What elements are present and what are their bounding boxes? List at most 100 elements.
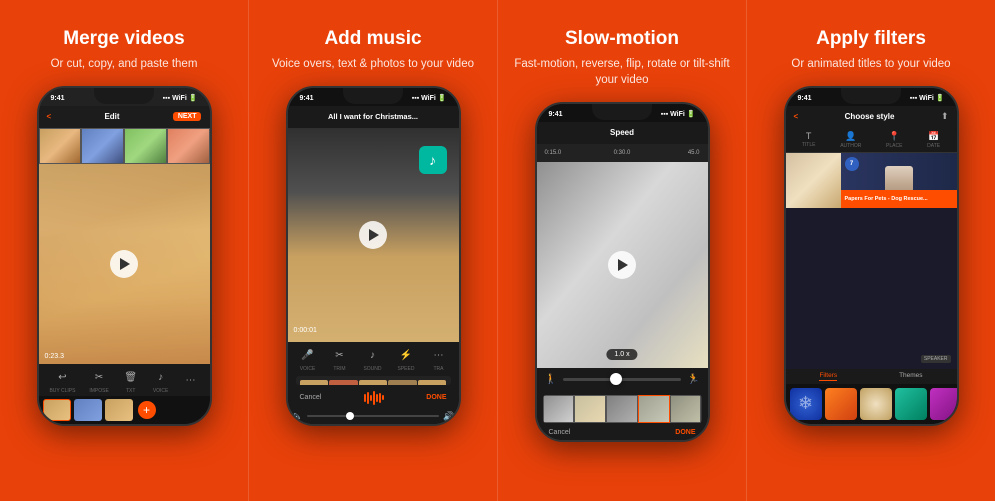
tool-more[interactable]: ⋯: [182, 373, 198, 391]
status-icons: ▪▪▪ WiFi 🔋: [163, 94, 198, 102]
video-preview-slow: 1.0 x: [537, 162, 708, 368]
strip-frame-1[interactable]: [543, 395, 575, 423]
bottom-toolbar-slow: 🚶 🏃 Cancel DONE: [537, 368, 708, 440]
strip-frame-3[interactable]: [606, 395, 638, 423]
tab-author[interactable]: 👤 AUTHOR: [840, 131, 861, 149]
bottom-strip: +: [39, 396, 210, 424]
panel-merge-subtitle: Or cut, copy, and paste them: [51, 56, 198, 72]
timeline-thumb-2[interactable]: [81, 128, 124, 164]
play-button[interactable]: [110, 250, 138, 278]
audio-segment-4: [388, 380, 417, 385]
volume-down-icon: 🔈: [292, 411, 303, 422]
tab-place[interactable]: 📍 PLACE: [886, 131, 902, 149]
filter-thumb-1[interactable]: [790, 388, 822, 420]
speed-indicator: 1.0 x: [606, 349, 637, 360]
play-button-2[interactable]: [359, 221, 387, 249]
status-icons-4: ▪▪▪ WiFi 🔋: [910, 94, 945, 102]
slider-thumb: [610, 373, 622, 385]
phone-slowmotion: 9:41 ▪▪▪ WiFi 🔋 Speed 0:15.0 0:30.0 45.0…: [535, 102, 710, 442]
filter-thumb-4[interactable]: [895, 388, 927, 420]
panel-music-title: Add music: [324, 28, 421, 51]
strip-frame-2[interactable]: [574, 395, 606, 423]
tool-cut[interactable]: ✂ IMPOSE: [89, 370, 108, 394]
tool-undo[interactable]: ↩ BUY CLIPS: [49, 370, 75, 394]
panel-merge: Merge videos Or cut, copy, and paste the…: [0, 0, 248, 501]
timeline-thumb-1[interactable]: [39, 128, 82, 164]
done-label[interactable]: DONE: [426, 394, 446, 401]
timeline-thumb-4[interactable]: [167, 128, 210, 164]
tab-title[interactable]: T TITLE: [802, 131, 816, 149]
tool-sound[interactable]: ♪ SOUND: [363, 348, 381, 372]
status-icons-3: ▪▪▪ WiFi 🔋: [661, 110, 696, 118]
audio-timeline-bar: [296, 380, 451, 385]
voice-icon: ♪: [153, 370, 169, 386]
phone-merge: 9:41 ▪▪▪ WiFi 🔋 < Edit NEXT: [37, 86, 212, 426]
share-icon[interactable]: ⬆: [941, 111, 949, 122]
strip-frame-5[interactable]: [670, 395, 702, 423]
phone-notch-4: [841, 88, 901, 104]
cut-icon: ✂: [91, 370, 107, 386]
play-button-3[interactable]: [608, 251, 636, 279]
done-label-slow[interactable]: DONE: [675, 429, 695, 436]
add-clip-button[interactable]: +: [138, 401, 156, 419]
section-filters[interactable]: Filters: [819, 372, 837, 381]
filter-thumb-5[interactable]: [930, 388, 957, 420]
phone-notch-3: [592, 104, 652, 120]
phone-screen-slowmotion: 9:41 ▪▪▪ WiFi 🔋 Speed 0:15.0 0:30.0 45.0…: [537, 104, 708, 440]
undo-icon: ↩: [54, 370, 70, 386]
tool-tra[interactable]: ⋯ TRA: [430, 348, 446, 372]
filter-thumb-2[interactable]: [825, 388, 857, 420]
strip-thumb-2[interactable]: [74, 399, 102, 421]
lower-third: Papers For Pets - Dog Rescue...: [841, 190, 957, 208]
delete-icon: 🗑: [123, 370, 139, 386]
bottom-icons-music: 🔈 🔊: [288, 409, 459, 424]
strip-thumb-1[interactable]: [43, 399, 71, 421]
author-tab-label: AUTHOR: [840, 143, 861, 149]
back-button[interactable]: <: [47, 112, 52, 121]
phone-music: 9:41 ▪▪▪ WiFi 🔋 All I want for Christmas…: [286, 86, 461, 426]
news-preview: 7 Papers For Pets - Dog Rescue... SPEAKE…: [786, 153, 957, 369]
place-tab-label: PLACE: [886, 143, 902, 149]
filter-section-labels: Filters Themes: [786, 369, 957, 384]
bottom-toolbar: ↩ BUY CLIPS ✂ IMPOSE 🗑 TXT ♪ VOICE: [39, 364, 210, 424]
edit-label: Edit: [104, 112, 119, 121]
waveform: [364, 391, 384, 405]
filter-thumb-3[interactable]: [860, 388, 892, 420]
top-bar-music: All I want for Christmas...: [288, 106, 459, 128]
tool-trim[interactable]: ✂ TRIM: [331, 348, 347, 372]
status-time-3: 9:41: [549, 111, 563, 118]
tool-voice-2[interactable]: 🎤 VOICE: [299, 348, 315, 372]
tool-delete[interactable]: 🗑 TXT: [123, 370, 139, 394]
marker-3: 45.0: [648, 150, 700, 156]
next-button[interactable]: NEXT: [173, 112, 202, 121]
lower-third-text: Papers For Pets - Dog Rescue...: [845, 196, 928, 202]
phone-screen-music: 9:41 ▪▪▪ WiFi 🔋 All I want for Christmas…: [288, 88, 459, 424]
speed-icon: ⚡: [398, 348, 414, 364]
back-button-4[interactable]: <: [794, 112, 799, 121]
phone-screen-merge: 9:41 ▪▪▪ WiFi 🔋 < Edit NEXT: [39, 88, 210, 424]
audio-segment-5: [418, 380, 447, 385]
cancel-label-slow[interactable]: Cancel: [549, 429, 571, 436]
status-time-2: 9:41: [300, 95, 314, 102]
tra-icon: ⋯: [430, 348, 446, 364]
timeline-thumb-3[interactable]: [124, 128, 167, 164]
panel-music: Add music Voice overs, text & photos to …: [248, 0, 497, 501]
cancel-done-bar-slow: Cancel DONE: [537, 427, 708, 438]
filter-tabs: T TITLE 👤 AUTHOR 📍 PLACE 📅 DATE: [786, 128, 957, 153]
title-tab-icon: T: [806, 131, 812, 141]
timeline-markers: 0:15.0 0:30.0 45.0: [537, 144, 708, 162]
cancel-label[interactable]: Cancel: [300, 394, 322, 401]
speed-slider[interactable]: [563, 378, 681, 381]
strip-thumb-3[interactable]: [105, 399, 133, 421]
tool-voice[interactable]: ♪ VOICE: [153, 370, 169, 394]
tool-speed[interactable]: ⚡ SPEED: [398, 348, 415, 372]
marker-2: 0:30.0: [596, 150, 648, 156]
strip-frame-4[interactable]: [638, 395, 670, 423]
status-time: 9:41: [51, 95, 65, 102]
audio-segment-2: [329, 380, 358, 385]
video-timestamp: 0:23.3: [45, 353, 64, 360]
audio-timeline[interactable]: [296, 376, 451, 385]
video-time: 0:00:01: [294, 327, 317, 334]
tab-date[interactable]: 📅 DATE: [927, 131, 940, 149]
section-themes[interactable]: Themes: [899, 372, 922, 381]
